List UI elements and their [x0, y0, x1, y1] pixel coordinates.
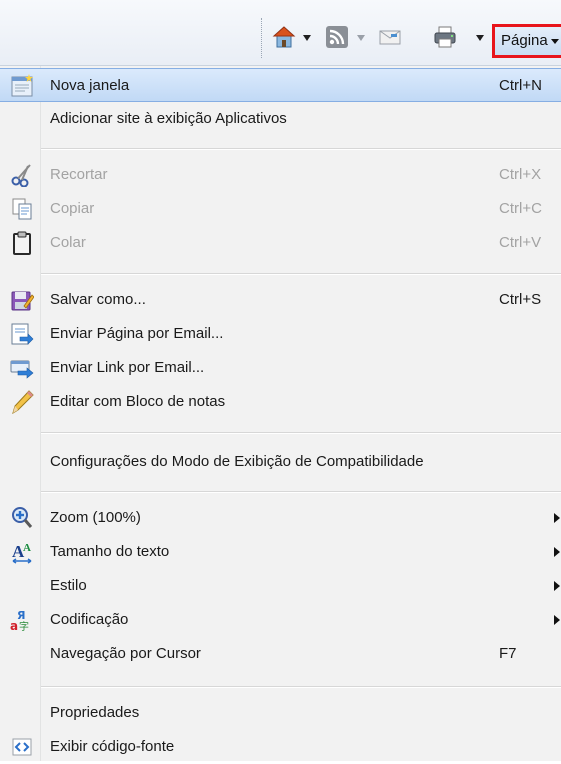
menu-item-shortcut: Ctrl+C — [499, 200, 542, 217]
menu-item-recortar[interactable]: Recortar Ctrl+X — [0, 158, 561, 192]
menu-item-label: Enviar Link por Email... — [50, 359, 205, 376]
page-menu-button[interactable]: Página — [492, 24, 561, 58]
menu-item-navegacao-cursor[interactable]: Navegação por Cursor F7 — [0, 637, 561, 671]
menu-separator — [41, 273, 561, 275]
menu-item-label: Enviar Página por Email... — [50, 325, 224, 342]
toolbar-separator — [261, 18, 262, 58]
menu-item-salvar-como[interactable]: Salvar como... Ctrl+S — [0, 283, 561, 317]
read-mail-icon[interactable] — [378, 25, 402, 49]
menu-item-label: Recortar — [50, 166, 108, 183]
menu-item-propriedades[interactable]: Propriedades — [0, 696, 561, 730]
menu-item-codificacao[interactable]: Я a 字 Codificação — [0, 603, 561, 637]
clipboard-icon — [13, 231, 31, 255]
page-dropdown-menu: Nova janela Ctrl+N Adicionar site à exib… — [0, 66, 561, 761]
menu-item-nova-janela[interactable]: Nova janela Ctrl+N — [0, 68, 561, 102]
svg-text:字: 字 — [19, 620, 29, 632]
menu-item-label: Navegação por Cursor — [50, 645, 201, 662]
menu-item-label: Salvar como... — [50, 291, 146, 308]
svg-text:a: a — [10, 619, 18, 632]
menu-item-label: Colar — [50, 234, 86, 251]
menu-item-label: Nova janela — [50, 77, 130, 94]
menu-item-label: Editar com Bloco de notas — [50, 393, 226, 410]
menu-item-label: Adicionar site à exibição Aplicativos — [50, 110, 287, 127]
menu-item-shortcut: Ctrl+X — [499, 166, 542, 183]
menu-separator — [41, 491, 561, 493]
printer-icon[interactable] — [433, 25, 457, 49]
command-bar: Página — [0, 0, 561, 66]
menu-item-label: Zoom (100%) — [50, 509, 141, 526]
pencil-icon — [12, 390, 34, 414]
rss-feed-icon[interactable] — [325, 25, 349, 49]
menu-item-adicionar-site[interactable]: Adicionar site à exibição Aplicativos — [0, 102, 561, 136]
save-as-icon — [11, 291, 34, 311]
menu-item-shortcut: Ctrl+S — [499, 291, 542, 308]
menu-item-label: Codificação — [50, 611, 129, 628]
menu-item-label: Estilo — [50, 577, 87, 594]
submenu-arrow-icon — [554, 581, 560, 591]
zoom-icon — [12, 507, 33, 528]
menu-item-zoom[interactable]: Zoom (100%) — [0, 501, 561, 535]
menu-item-label: Copiar — [50, 200, 95, 217]
submenu-arrow-icon — [554, 615, 560, 625]
menu-item-shortcut: F7 — [499, 645, 517, 662]
scissors-icon — [11, 164, 31, 187]
submenu-arrow-icon — [554, 547, 560, 557]
encoding-icon: Я a 字 — [10, 609, 29, 632]
text-size-icon: A A — [12, 542, 32, 564]
menu-item-copiar[interactable]: Copiar Ctrl+C — [0, 192, 561, 226]
menu-item-label: Exibir código-fonte — [50, 738, 175, 755]
home-icon[interactable] — [272, 25, 296, 49]
menu-item-editar-bloco-de-notas[interactable]: Editar com Bloco de notas — [0, 385, 561, 419]
home-dropdown-arrow[interactable] — [303, 35, 311, 41]
menu-item-label: Tamanho do texto — [50, 543, 170, 560]
menu-item-estilo[interactable]: Estilo — [0, 569, 561, 603]
menu-item-configuracoes-compatibilidade[interactable]: Configurações do Modo de Exibição de Com… — [0, 445, 561, 479]
submenu-arrow-icon — [554, 513, 560, 523]
copy-icon — [12, 198, 32, 220]
menu-separator — [41, 432, 561, 434]
menu-item-tamanho-texto[interactable]: A A Tamanho do texto — [0, 535, 561, 569]
print-dropdown-arrow[interactable] — [476, 35, 484, 41]
menu-item-enviar-pagina[interactable]: Enviar Página por Email... — [0, 317, 561, 351]
svg-text:A: A — [23, 542, 31, 554]
menu-item-shortcut: Ctrl+V — [499, 234, 542, 251]
page-menu-label: Página — [501, 32, 548, 49]
view-source-icon — [12, 738, 32, 756]
send-link-icon — [10, 360, 34, 379]
menu-separator — [41, 148, 561, 150]
svg-text:Я: Я — [17, 609, 25, 622]
new-window-icon — [11, 74, 33, 97]
menu-item-enviar-link[interactable]: Enviar Link por Email... — [0, 351, 561, 385]
send-page-icon — [11, 323, 34, 345]
menu-item-colar[interactable]: Colar Ctrl+V — [0, 226, 561, 260]
menu-item-shortcut: Ctrl+N — [499, 77, 542, 94]
menu-item-label: Propriedades — [50, 704, 140, 721]
menu-item-exibir-codigo-fonte[interactable]: Exibir código-fonte — [0, 730, 561, 764]
feeds-dropdown-arrow[interactable] — [357, 35, 365, 41]
menu-separator — [41, 686, 561, 688]
chevron-down-icon — [550, 38, 559, 44]
menu-item-label: Configurações do Modo de Exibição de Com… — [50, 453, 424, 470]
